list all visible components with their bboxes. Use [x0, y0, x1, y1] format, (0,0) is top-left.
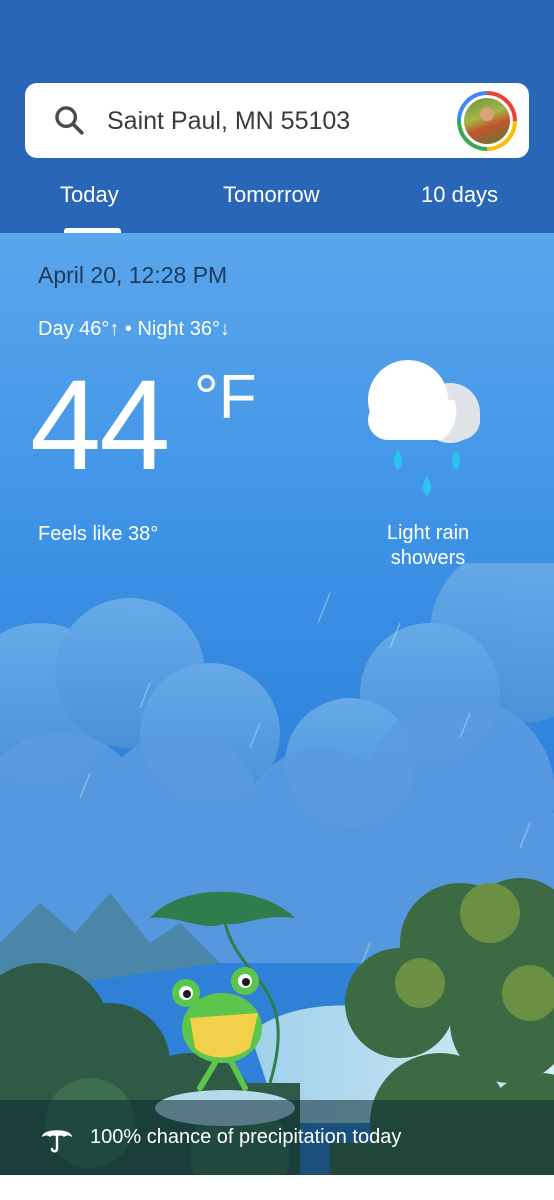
avatar-photo: [464, 98, 510, 144]
tab-today[interactable]: Today: [60, 180, 119, 210]
tab-tomorrow[interactable]: Tomorrow: [223, 180, 320, 210]
current-temperature: 44: [30, 354, 170, 497]
avatar-frame: [461, 95, 513, 147]
precipitation-bar[interactable]: 100% chance of precipitation today: [0, 1100, 554, 1175]
app-header: Saint Paul, MN 55103 Today Tomorrow 10 d…: [0, 0, 554, 233]
weather-panel: April 20, 12:28 PM Day 46°↑ • Night 36°↓…: [0, 233, 554, 1200]
location-text[interactable]: Saint Paul, MN 55103: [107, 105, 350, 137]
cloud-rain-icon: [368, 360, 481, 496]
avatar[interactable]: [457, 91, 517, 151]
precipitation-text: 100% chance of precipitation today: [90, 1126, 402, 1148]
day-night-temps: Day 46°↑ • Night 36°↓: [38, 318, 230, 340]
search-bar[interactable]: Saint Paul, MN 55103: [25, 83, 529, 158]
date-time: April 20, 12:28 PM: [38, 262, 228, 288]
temperature-unit[interactable]: °F: [194, 363, 257, 433]
bottom-strip: [0, 1175, 554, 1200]
search-icon[interactable]: [52, 103, 86, 137]
umbrella-icon: [42, 1130, 72, 1153]
feels-like: Feels like 38°: [38, 523, 159, 545]
tab-10-days[interactable]: 10 days: [421, 180, 498, 210]
